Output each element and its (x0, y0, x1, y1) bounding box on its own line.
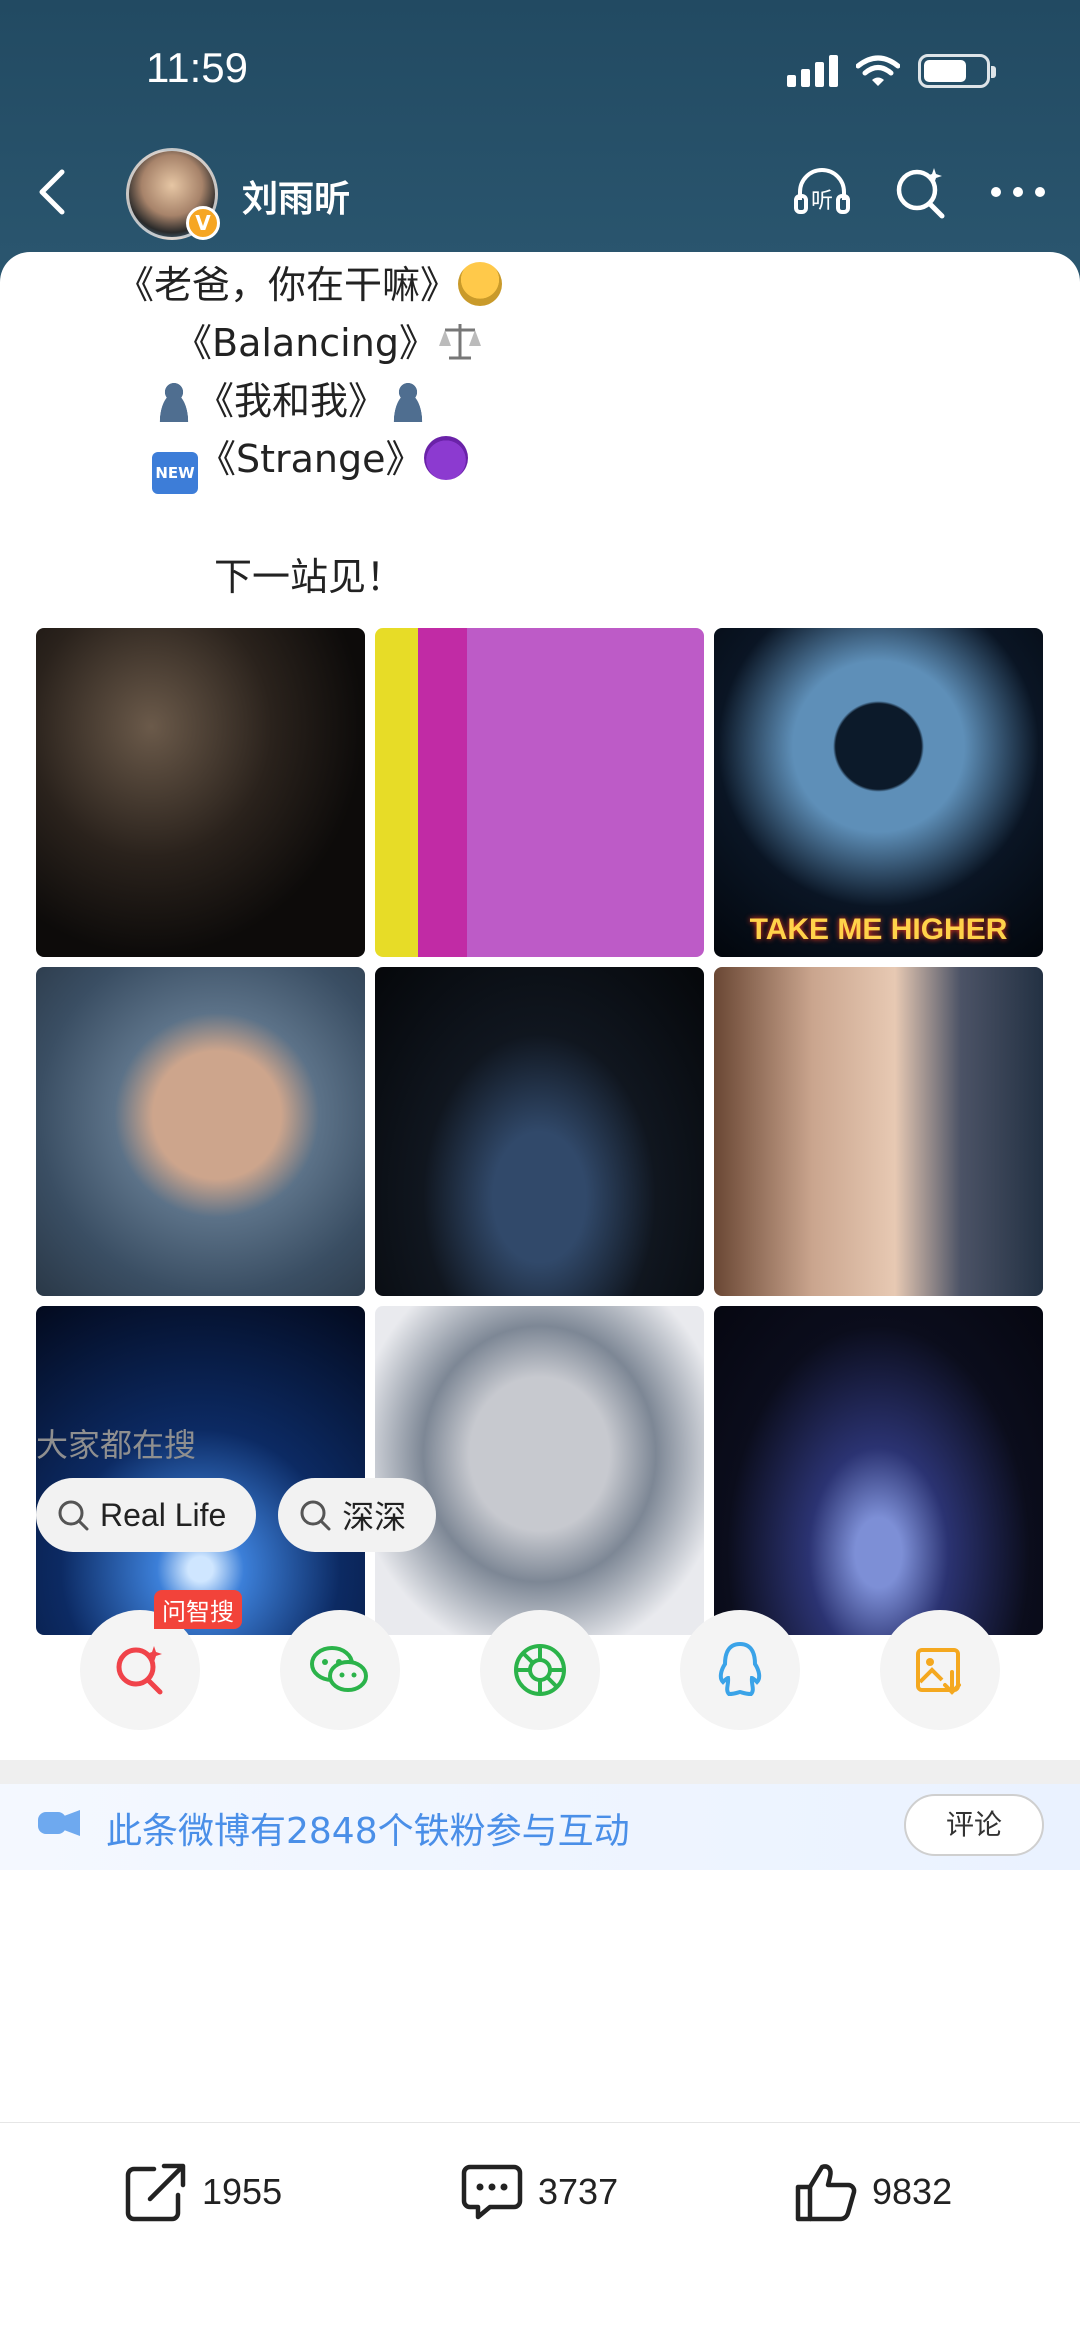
post-card: 《老爸，你在干嘛》 《Balancing》 《我和我》 NEW《Strange》… (0, 252, 1080, 2122)
person-silhouette-emoji (386, 378, 431, 422)
photo-take-me-higher[interactable]: TAKE ME HIGHER (714, 628, 1043, 957)
trending-chip[interactable]: 深深 (278, 1478, 437, 1552)
comment-button[interactable]: 评论 (904, 1794, 1044, 1856)
wechat-button[interactable] (280, 1610, 400, 1730)
photo-armor-costume[interactable] (375, 1306, 704, 1635)
comment-count: 3737 (538, 2171, 619, 2212)
thumbs-up-icon (795, 2164, 857, 2222)
photo-strange-poster[interactable] (375, 628, 704, 957)
bottom-action-bar: 1955 3737 9832 (0, 2122, 1080, 2341)
post-line: 《老爸，你在干嘛》 (116, 256, 503, 314)
listen-icon[interactable]: 听 (790, 160, 854, 224)
fans-icon (38, 1810, 80, 1836)
photo-blue-lights[interactable] (36, 1306, 365, 1635)
qq-button[interactable] (680, 1610, 800, 1730)
photo-stadium[interactable] (375, 967, 704, 1296)
battery-icon (918, 54, 996, 88)
post-line: 《Balancing》 (174, 314, 483, 380)
ai-search-icon (116, 1646, 163, 1695)
photo-birthday-stage[interactable] (36, 628, 365, 957)
new-badge-emoji: NEW (152, 452, 198, 494)
status-time: 11:59 (146, 44, 248, 91)
repost-button[interactable]: 1955 (124, 2161, 282, 2223)
comment-action[interactable]: 3737 (460, 2161, 618, 2223)
status-icons (787, 54, 996, 88)
section-divider (0, 1760, 1080, 1784)
ai-search-badge: 问智搜 (154, 1590, 242, 1629)
post-line: 下一站见！ (214, 555, 405, 599)
wifi-icon (856, 55, 900, 86)
wechat-icon (310, 1646, 368, 1692)
weibo-post-screen: 11:59 V 刘雨昕 听 《老爸，你在干嘛》 《Balancing》 《我和我… (0, 0, 1080, 2341)
listen-label: 听 (811, 189, 833, 214)
save-image-button[interactable] (880, 1610, 1000, 1730)
moments-button[interactable] (480, 1610, 600, 1730)
man-emoji (458, 262, 503, 306)
battery-level (924, 60, 966, 82)
fans-text: 此条微博有2848个铁粉参与互动 (106, 1811, 630, 1852)
header-actions: 听 (790, 160, 1050, 224)
qq-icon (718, 1641, 762, 1697)
chevron-left-icon[interactable] (24, 162, 84, 222)
chip-label: 深深 (342, 1499, 407, 1535)
photo-selfie-hand[interactable] (36, 967, 365, 1296)
repost-count: 1955 (202, 2171, 283, 2212)
share-row: 问智搜 (80, 1590, 1000, 1730)
trending-chip[interactable]: Real Life (36, 1478, 257, 1552)
post-line: 《我和我》 (152, 372, 431, 430)
search-icon (300, 1500, 331, 1531)
smiling-devil-emoji (423, 436, 468, 480)
share-icon (125, 2163, 186, 2222)
post-line: NEW《Strange》 (152, 430, 468, 494)
photo-caption: TAKE ME HIGHER (749, 913, 1008, 946)
search-icon (58, 1500, 89, 1531)
fans-interaction-bar[interactable]: 此条微博有2848个铁粉参与互动 评论 (0, 1784, 1080, 1870)
user-name[interactable]: 刘雨昕 (242, 170, 350, 222)
trending-title: 大家都在搜 (36, 1426, 197, 1464)
like-button[interactable]: 9832 (794, 2161, 952, 2223)
verified-badge: V (186, 206, 220, 240)
person-silhouette-emoji (152, 378, 196, 422)
signal-icon (787, 55, 838, 87)
more-icon[interactable] (986, 160, 1050, 224)
comment-icon (461, 2164, 523, 2220)
photo-spotlight-silhouette[interactable] (714, 1306, 1043, 1635)
like-count: 9832 (872, 2171, 953, 2212)
scales-emoji (437, 320, 483, 380)
sparkle-search-icon[interactable] (888, 160, 952, 224)
moments-icon (514, 1644, 566, 1696)
ai-search-button[interactable]: 问智搜 (80, 1590, 242, 1730)
trending-chips: Real Life 深深 (36, 1478, 437, 1552)
save-image-icon (916, 1648, 961, 1695)
chip-label: Real Life (100, 1496, 227, 1533)
photo-two-friends[interactable] (714, 967, 1043, 1296)
